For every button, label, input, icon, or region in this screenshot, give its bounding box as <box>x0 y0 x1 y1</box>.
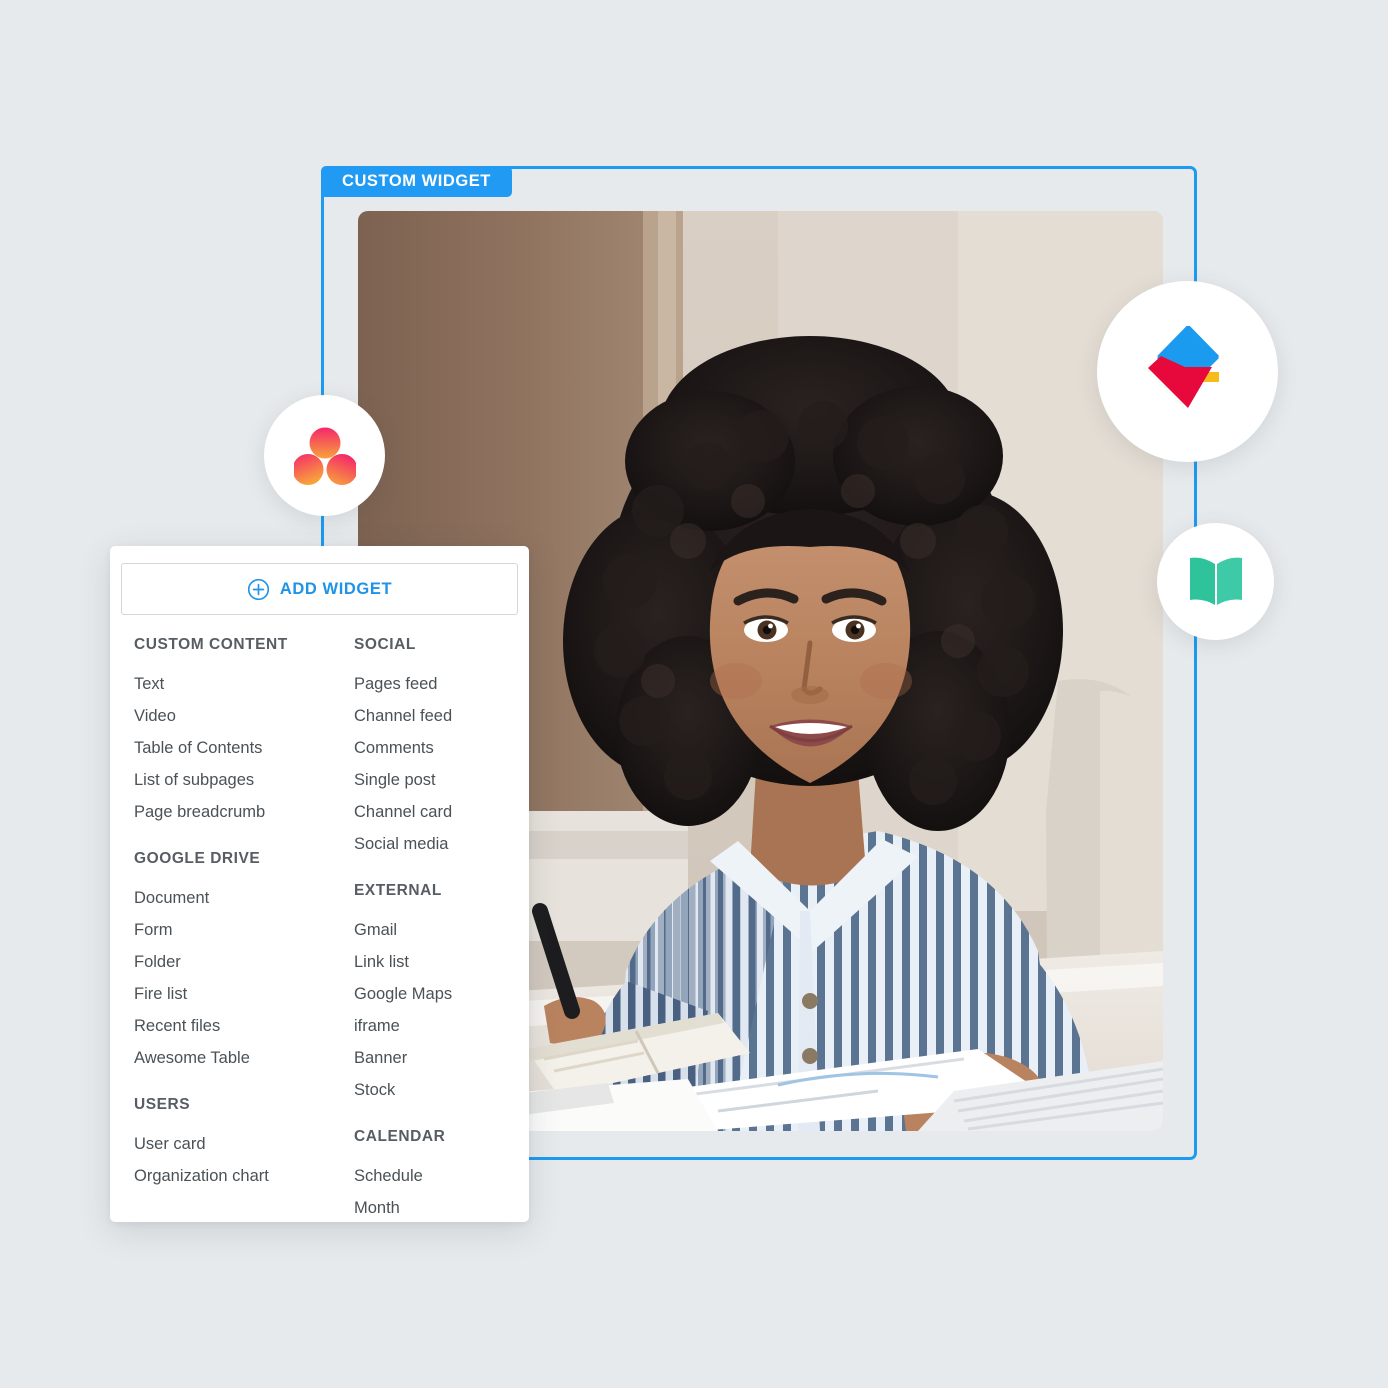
widget-column-2: SOCIAL Pages feed Channel feed Comments … <box>354 636 529 1246</box>
widget-group-external: EXTERNAL Gmail Link list Google Maps ifr… <box>354 882 529 1106</box>
book-logo-badge[interactable] <box>1157 523 1274 640</box>
widget-item-gmail[interactable]: Gmail <box>354 914 529 946</box>
widget-picker-panel: ADD WIDGET CUSTOM CONTENT Text Video Tab… <box>110 546 529 1222</box>
widget-item-list-of-subpages[interactable]: List of subpages <box>134 764 354 796</box>
widget-item-table-of-contents[interactable]: Table of Contents <box>134 732 354 764</box>
widget-item-awesome-table[interactable]: Awesome Table <box>134 1042 354 1074</box>
asana-logo-badge[interactable] <box>264 395 385 516</box>
widget-item-iframe[interactable]: iframe <box>354 1010 529 1042</box>
widget-item-stock[interactable]: Stock <box>354 1074 529 1106</box>
widget-category-columns: CUSTOM CONTENT Text Video Table of Conte… <box>134 636 529 1246</box>
widget-item-link-list[interactable]: Link list <box>354 946 529 978</box>
group-title-social: SOCIAL <box>354 636 416 653</box>
widget-item-recent-files[interactable]: Recent files <box>134 1010 354 1042</box>
group-title-custom-content: CUSTOM CONTENT <box>134 636 288 653</box>
widget-group-calendar: CALENDAR Schedule Month <box>354 1128 529 1224</box>
widget-item-social-media[interactable]: Social media <box>354 828 529 860</box>
widget-item-banner[interactable]: Banner <box>354 1042 529 1074</box>
open-book-icon <box>1189 557 1242 605</box>
widget-item-folder[interactable]: Folder <box>134 946 354 978</box>
widget-group-users: USERS User card Organization chart <box>134 1096 354 1192</box>
widget-item-fire-list[interactable]: Fire list <box>134 978 354 1010</box>
widget-item-form[interactable]: Form <box>134 914 354 946</box>
widget-item-channel-feed[interactable]: Channel feed <box>354 700 529 732</box>
widget-group-social: SOCIAL Pages feed Channel feed Comments … <box>354 636 529 860</box>
widget-item-video[interactable]: Video <box>134 700 354 732</box>
widget-item-channel-card[interactable]: Channel card <box>354 796 529 828</box>
widget-group-google-drive: GOOGLE DRIVE Document Form Folder Fire l… <box>134 850 354 1074</box>
stage: CUSTOM WIDGET ADD WIDGET CUSTOM CONTENT … <box>0 0 1388 1388</box>
group-title-users: USERS <box>134 1096 191 1113</box>
widget-item-user-card[interactable]: User card <box>134 1128 354 1160</box>
diamond-logo-badge[interactable] <box>1097 281 1278 462</box>
add-widget-label: ADD WIDGET <box>279 579 393 598</box>
widget-column-1: CUSTOM CONTENT Text Video Table of Conte… <box>134 636 354 1246</box>
widget-item-comments[interactable]: Comments <box>354 732 529 764</box>
add-widget-button[interactable]: ADD WIDGET <box>121 563 518 615</box>
widget-item-pages-feed[interactable]: Pages feed <box>354 668 529 700</box>
widget-item-schedule[interactable]: Schedule <box>354 1160 529 1192</box>
group-title-calendar: CALENDAR <box>354 1128 446 1145</box>
widget-item-document[interactable]: Document <box>134 882 354 914</box>
asana-logo-icon <box>293 427 356 485</box>
widget-item-page-breadcrumb[interactable]: Page breadcrumb <box>134 796 354 828</box>
diamond-logo-icon <box>1147 325 1219 408</box>
widget-item-single-post[interactable]: Single post <box>354 764 529 796</box>
group-title-external: EXTERNAL <box>354 882 442 899</box>
widget-item-month[interactable]: Month <box>354 1192 529 1224</box>
widget-group-custom-content: CUSTOM CONTENT Text Video Table of Conte… <box>134 636 354 828</box>
custom-widget-tab-label: CUSTOM WIDGET <box>342 172 491 190</box>
widget-item-organization-chart[interactable]: Organization chart <box>134 1160 354 1192</box>
custom-widget-tab[interactable]: CUSTOM WIDGET <box>321 166 512 197</box>
group-title-google-drive: GOOGLE DRIVE <box>134 850 261 867</box>
circle-plus-icon <box>247 578 269 600</box>
widget-item-text[interactable]: Text <box>134 668 354 700</box>
widget-item-google-maps[interactable]: Google Maps <box>354 978 529 1010</box>
